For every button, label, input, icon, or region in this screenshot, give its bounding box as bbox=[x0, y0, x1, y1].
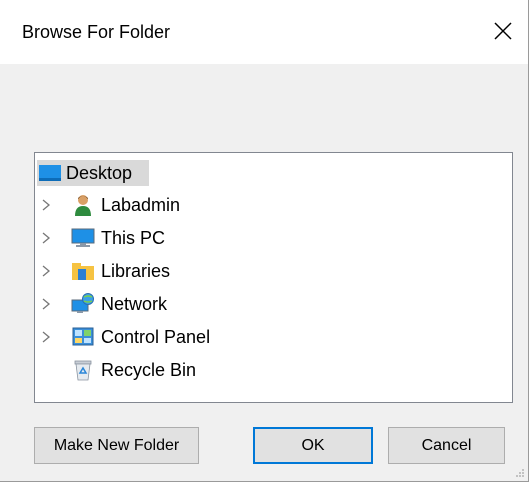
close-button[interactable] bbox=[484, 12, 522, 50]
recycle-bin-icon bbox=[71, 359, 95, 381]
resize-grip-icon[interactable] bbox=[515, 468, 525, 478]
dialog-title: Browse For Folder bbox=[22, 22, 171, 42]
make-new-folder-button[interactable]: Make New Folder bbox=[34, 427, 199, 464]
chevron-right-icon[interactable] bbox=[39, 198, 53, 212]
tree-item-recycle-bin[interactable]: Recycle Bin bbox=[35, 355, 512, 385]
tree-item-label: Desktop bbox=[66, 162, 133, 183]
folder-tree[interactable]: Desktop Labadmin This PC Libraries Netwo… bbox=[34, 152, 513, 403]
tree-item-label: This PC bbox=[101, 227, 166, 248]
control-panel-icon bbox=[71, 326, 95, 348]
tree-item-label: Network bbox=[101, 293, 168, 314]
tree-item-desktop[interactable]: Desktop bbox=[35, 158, 512, 188]
cancel-button[interactable]: Cancel bbox=[388, 427, 505, 464]
desktop-icon bbox=[38, 162, 62, 184]
computer-icon bbox=[71, 227, 95, 249]
chevron-right-icon[interactable] bbox=[39, 330, 53, 344]
tree-item-label: Recycle Bin bbox=[101, 359, 197, 380]
ok-button[interactable]: OK bbox=[253, 427, 373, 464]
libraries-icon bbox=[71, 260, 95, 282]
close-icon bbox=[494, 22, 512, 40]
title-bar: Browse For Folder bbox=[0, 0, 528, 64]
tree-item-this-pc[interactable]: This PC bbox=[35, 223, 512, 253]
user-icon bbox=[71, 194, 95, 216]
tree-item-label: Libraries bbox=[101, 260, 171, 281]
browse-for-folder-dialog: Browse For Folder Desktop Labadmin This … bbox=[0, 0, 529, 482]
chevron-right-icon[interactable] bbox=[39, 297, 53, 311]
tree-item-label: Control Panel bbox=[101, 326, 211, 347]
tree-item-labadmin[interactable]: Labadmin bbox=[35, 190, 512, 220]
tree-item-libraries[interactable]: Libraries bbox=[35, 256, 512, 286]
network-icon bbox=[71, 293, 95, 315]
tree-item-network[interactable]: Network bbox=[35, 289, 512, 319]
tree-item-control-panel[interactable]: Control Panel bbox=[35, 322, 512, 352]
chevron-right-icon[interactable] bbox=[39, 231, 53, 245]
tree-item-label: Labadmin bbox=[101, 194, 181, 215]
chevron-right-icon[interactable] bbox=[39, 264, 53, 278]
